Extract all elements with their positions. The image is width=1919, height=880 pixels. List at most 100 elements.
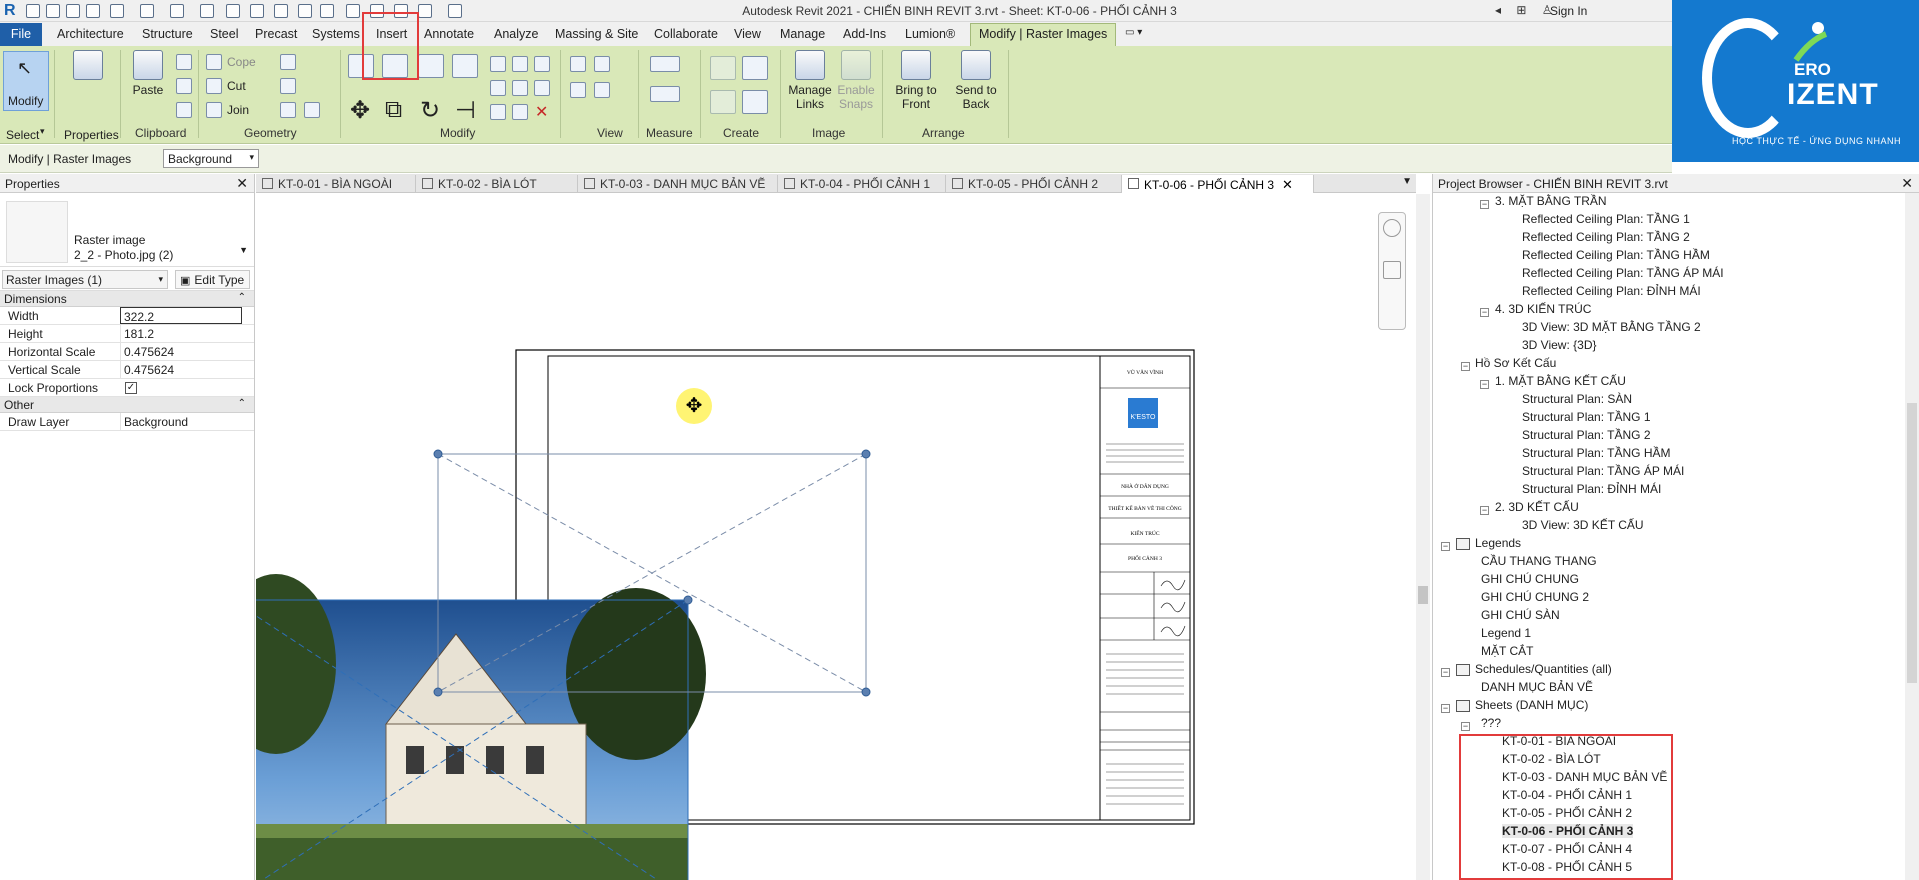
match-type-icon[interactable]	[176, 102, 192, 118]
close-icon[interactable]: ✕	[1901, 175, 1913, 192]
copy-element-icon[interactable]: ⧉	[385, 96, 402, 124]
create-similar-icon[interactable]	[742, 90, 768, 114]
lock-proportions-checkbox[interactable]: ✓	[125, 382, 137, 394]
cope-button[interactable]: Cope	[227, 55, 256, 69]
create-assembly-icon[interactable]	[710, 56, 736, 80]
sheet-item[interactable]: KT-0-07 - PHỐI CẢNH 4	[1502, 842, 1632, 856]
collapse-toggle[interactable]: −	[1441, 704, 1450, 713]
unpin-icon[interactable]	[534, 80, 550, 96]
tab-view[interactable]: View	[734, 27, 761, 41]
wall-joins-icon[interactable]	[280, 54, 296, 70]
tree-leaf[interactable]: 3D View: 3D MẶT BẰNG TẦNG 2	[1522, 320, 1701, 334]
pin-icon[interactable]	[534, 56, 550, 72]
move-icon[interactable]: ✥	[350, 96, 370, 125]
tab-architecture[interactable]: Architecture	[57, 27, 124, 41]
sheet-item[interactable]: KT-0-04 - PHỐI CẢNH 1	[1502, 788, 1632, 802]
tab-manage[interactable]: Manage	[780, 27, 825, 41]
tree-leaf[interactable]: Structural Plan: TẦNG ÁP MÁI	[1522, 464, 1684, 478]
browser-scrollbar[interactable]	[1905, 193, 1919, 880]
help-search-icons[interactable]: ◂ ⊞ ♙	[1495, 3, 1559, 17]
tree-node[interactable]: 4. 3D KIẾN TRÚC	[1495, 302, 1591, 316]
sheet-item[interactable]: KT-0-08 - PHỐI CẢNH 5	[1502, 860, 1632, 874]
modify-button[interactable]: ↖ Modify	[3, 51, 49, 111]
split-gap-icon[interactable]	[512, 56, 528, 72]
manage-links-button[interactable]: Manage Links	[786, 50, 834, 111]
trim-multiple-icon[interactable]	[490, 104, 506, 120]
collapse-toggle[interactable]: −	[1480, 380, 1489, 389]
view-filter-icon[interactable]	[594, 82, 610, 98]
tree-leaf[interactable]: GHI CHÚ CHUNG 2	[1481, 590, 1589, 604]
create-parts-icon[interactable]	[710, 90, 736, 114]
enable-snaps-button[interactable]: Enable Snaps	[834, 50, 878, 111]
sheet-item-active[interactable]: KT-0-06 - PHỐI CẢNH 3	[1502, 824, 1634, 838]
cope-icon[interactable]	[206, 54, 222, 70]
view-tab[interactable]: KT-0-04 - PHỐI CẢNH 1	[778, 175, 946, 193]
tree-node[interactable]: 2. 3D KẾT CẤU	[1495, 500, 1579, 514]
trim-extend-icon[interactable]: ⊣	[455, 96, 476, 125]
create-group-icon[interactable]	[742, 56, 768, 80]
collapse-toggle[interactable]: −	[1441, 542, 1450, 551]
offset-icon[interactable]	[382, 54, 408, 78]
canvas-scrollbar[interactable]	[1416, 194, 1430, 880]
bring-to-front-button[interactable]: Bring to Front	[888, 50, 944, 111]
paint-icon[interactable]	[280, 102, 296, 118]
tree-leaf[interactable]: Structural Plan: SÀN	[1522, 392, 1632, 406]
tree-leaf[interactable]: CẦU THANG THANG	[1481, 554, 1597, 568]
rotate-icon[interactable]: ↻	[420, 96, 440, 125]
instance-filter-select[interactable]: Raster Images (1) ▾	[2, 270, 168, 289]
tab-annotate[interactable]: Annotate	[424, 27, 474, 41]
tab-modify-raster-images[interactable]: Modify | Raster Images	[970, 23, 1117, 46]
tab-steel[interactable]: Steel	[210, 27, 239, 41]
demolish-icon[interactable]	[304, 102, 320, 118]
tab-list-dropdown-icon[interactable]: ▼	[1402, 176, 1412, 187]
tree-leaf[interactable]: Reflected Ceiling Plan: TẦNG ÁP MÁI	[1522, 266, 1724, 280]
extend-icon[interactable]	[512, 104, 528, 120]
drawing-canvas[interactable]: K'ESTO VŨ VĂN VĨNH NHÀ Ở DÂN DỤNG THIẾT …	[256, 194, 1416, 880]
sheet-item[interactable]: KT-0-01 - BÌA NGOÀI	[1502, 734, 1616, 748]
tree-leaf[interactable]: Reflected Ceiling Plan: TẦNG 2	[1522, 230, 1690, 244]
view-tab[interactable]: KT-0-01 - BÌA NGOÀI	[256, 175, 416, 193]
array-icon[interactable]	[490, 80, 506, 96]
tab-lumion[interactable]: Lumion®	[905, 27, 955, 41]
steering-wheel-icon[interactable]	[1383, 219, 1401, 237]
tree-leaf[interactable]: Reflected Ceiling Plan: TẦNG HẦM	[1522, 248, 1710, 262]
tree-node[interactable]: 1. MẶT BẰNG KẾT CẤU	[1495, 374, 1626, 388]
sheet-item[interactable]: KT-0-03 - DANH MỤC BẢN VẼ	[1502, 770, 1667, 784]
tree-leaf[interactable]: Reflected Ceiling Plan: ĐỈNH MÁI	[1522, 284, 1701, 298]
send-to-back-button[interactable]: Send to Back	[948, 50, 1004, 111]
collapse-toggle[interactable]: −	[1480, 506, 1489, 515]
tab-collaborate[interactable]: Collaborate	[654, 27, 718, 41]
properties-button[interactable]	[62, 50, 114, 83]
tree-node[interactable]: Sheets (DANH MỤC)	[1475, 698, 1588, 712]
split-face-icon[interactable]	[280, 78, 296, 94]
tree-leaf[interactable]: Legend 1	[1481, 626, 1531, 640]
linework-icon[interactable]	[570, 82, 586, 98]
view-tab-active[interactable]: KT-0-06 - PHỐI CẢNH 3 ✕	[1122, 175, 1314, 193]
tab-file[interactable]: File	[0, 23, 42, 46]
select-dropdown-icon[interactable]: ▾	[40, 126, 45, 137]
height-input[interactable]: 181.2	[120, 325, 242, 342]
scale-icon[interactable]	[512, 80, 528, 96]
cut-button[interactable]: Cut	[227, 79, 246, 93]
tree-node[interactable]: Legends	[1475, 536, 1521, 550]
scrollbar-thumb[interactable]	[1907, 403, 1917, 683]
view-tab[interactable]: KT-0-05 - PHỐI CẢNH 2	[946, 175, 1122, 193]
tab-insert[interactable]: Insert	[376, 27, 407, 41]
close-icon[interactable]: ✕	[1282, 177, 1293, 192]
tab-systems[interactable]: Systems	[312, 27, 360, 41]
select-panel-label[interactable]: Select	[6, 128, 39, 142]
split-element-icon[interactable]	[490, 56, 506, 72]
width-input[interactable]: 322.2	[120, 307, 242, 324]
type-selector[interactable]: Raster image 2_2 - Photo.jpg (2) ▼	[0, 193, 254, 267]
dimension-aligned-icon[interactable]	[650, 86, 680, 102]
tree-leaf[interactable]: GHI CHÚ SÀN	[1481, 608, 1560, 622]
collapse-toggle[interactable]: −	[1480, 200, 1489, 209]
measure-distance-icon[interactable]	[650, 56, 680, 72]
tab-analyze[interactable]: Analyze	[494, 27, 538, 41]
delete-icon[interactable]: ✕	[535, 102, 548, 122]
cut-to-clipboard-icon[interactable]	[176, 54, 192, 70]
tab-add-ins[interactable]: Add-Ins	[843, 27, 886, 41]
tree-leaf[interactable]: GHI CHÚ CHUNG	[1481, 572, 1579, 586]
tree-leaf[interactable]: 3D View: {3D}	[1522, 338, 1597, 352]
chevron-down-icon[interactable]: ▼	[239, 245, 248, 255]
